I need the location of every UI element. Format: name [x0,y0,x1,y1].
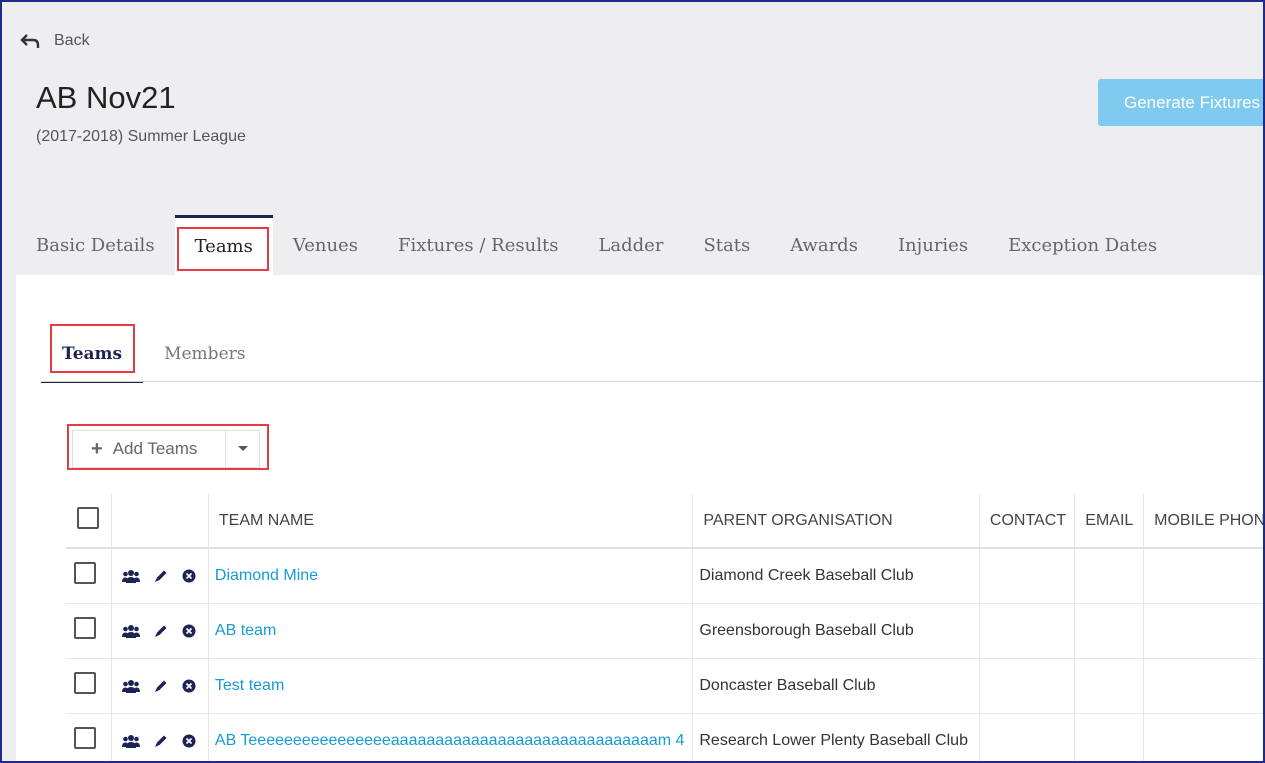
delete-circle-x-icon[interactable] [182,679,196,693]
header-mobile-phone[interactable]: MOBILE PHONE [1143,494,1263,549]
subtab-members[interactable]: Members [143,327,266,381]
header-email[interactable]: EMAIL [1074,494,1144,549]
content-panel: Teams Members + Add Teams TEAM NAME PARE… [16,275,1263,761]
main-tabs: Basic Details Teams Venues Fixtures / Re… [16,215,1177,275]
team-name-link[interactable]: Test team [215,677,284,694]
team-name-link[interactable]: AB team [215,622,276,639]
contact-cell [978,713,1075,761]
members-icon[interactable] [121,679,140,693]
table-row: Test team Doncaster Baseball Club [66,658,1263,714]
members-icon[interactable] [121,624,140,638]
edit-pencil-icon[interactable] [154,569,168,583]
mobile-phone-cell [1143,713,1263,761]
tab-basic-details[interactable]: Basic Details [16,215,175,275]
email-cell [1074,658,1144,714]
actions-header [110,494,209,549]
tab-fixtures-results[interactable]: Fixtures / Results [378,215,579,275]
team-name-link[interactable]: AB Teeeeeeeeeeeeeeeeaaaaaaaaaaaaaaaaaaaa… [215,732,685,749]
back-link[interactable]: Back [20,32,90,50]
parent-organisation-cell: Diamond Creek Baseball Club [692,548,980,604]
email-cell [1074,603,1144,659]
row-checkbox[interactable] [74,617,96,639]
header-parent-organisation[interactable]: PARENT ORGANISATION [692,494,980,549]
parent-organisation-cell: Greensborough Baseball Club [692,603,980,659]
add-teams-dropdown-toggle[interactable] [226,431,259,467]
delete-circle-x-icon[interactable] [182,734,196,748]
email-cell [1074,713,1144,761]
page-title: AB Nov21 [36,80,176,115]
delete-circle-x-icon[interactable] [182,624,196,638]
edit-pencil-icon[interactable] [154,624,168,638]
select-all-checkbox[interactable] [77,507,99,529]
teams-table: TEAM NAME PARENT ORGANISATION CONTACT EM… [66,494,1263,761]
caret-down-icon [237,446,248,451]
email-cell [1074,548,1144,604]
back-label: Back [54,32,90,49]
team-name-link[interactable]: Diamond Mine [215,567,318,584]
plus-icon: + [91,437,103,460]
subtabs-divider [41,381,1263,382]
tab-venues[interactable]: Venues [273,215,378,275]
mobile-phone-cell [1143,658,1263,714]
header-contact[interactable]: CONTACT [978,494,1075,549]
members-icon[interactable] [121,569,140,583]
page-frame: Back AB Nov21 (2017-2018) Summer League … [0,0,1265,763]
add-teams-split-button: + Add Teams [72,430,260,468]
back-arrow-icon [20,34,40,48]
tab-injuries[interactable]: Injuries [878,215,988,275]
tab-stats[interactable]: Stats [683,215,770,275]
contact-cell [978,603,1075,659]
row-checkbox[interactable] [74,562,96,585]
header-team-name[interactable]: TEAM NAME [207,494,693,549]
subtab-teams[interactable]: Teams [41,327,144,383]
table-row: AB team Greensborough Baseball Club [66,603,1263,659]
generate-fixtures-button[interactable]: Generate Fixtures [1098,79,1263,126]
delete-circle-x-icon[interactable] [182,569,196,583]
table-header-row: TEAM NAME PARENT ORGANISATION CONTACT EM… [66,494,1263,549]
add-teams-label: Add Teams [112,439,198,458]
mobile-phone-cell [1143,603,1263,659]
contact-cell [978,658,1075,714]
mobile-phone-cell [1143,548,1263,604]
members-icon[interactable] [121,734,140,748]
tab-teams[interactable]: Teams [174,215,273,275]
page-subtitle: (2017-2018) Summer League [36,128,246,145]
add-teams-button[interactable]: + Add Teams [73,431,226,467]
parent-organisation-cell: Research Lower Plenty Baseball Club [692,713,980,761]
select-all-cell [66,494,112,549]
table-row: AB Teeeeeeeeeeeeeeeeaaaaaaaaaaaaaaaaaaaa… [66,713,1263,761]
edit-pencil-icon[interactable] [154,734,168,748]
tab-awards[interactable]: Awards [770,215,878,275]
row-checkbox[interactable] [74,727,96,749]
row-checkbox[interactable] [74,672,96,694]
table-row: Diamond Mine Diamond Creek Baseball Club [66,548,1263,604]
sub-tabs: Teams Members [41,327,266,383]
edit-pencil-icon[interactable] [154,679,168,693]
parent-organisation-cell: Doncaster Baseball Club [692,658,980,714]
tab-exception-dates[interactable]: Exception Dates [988,215,1177,275]
tab-ladder[interactable]: Ladder [578,215,683,275]
contact-cell [978,548,1075,604]
